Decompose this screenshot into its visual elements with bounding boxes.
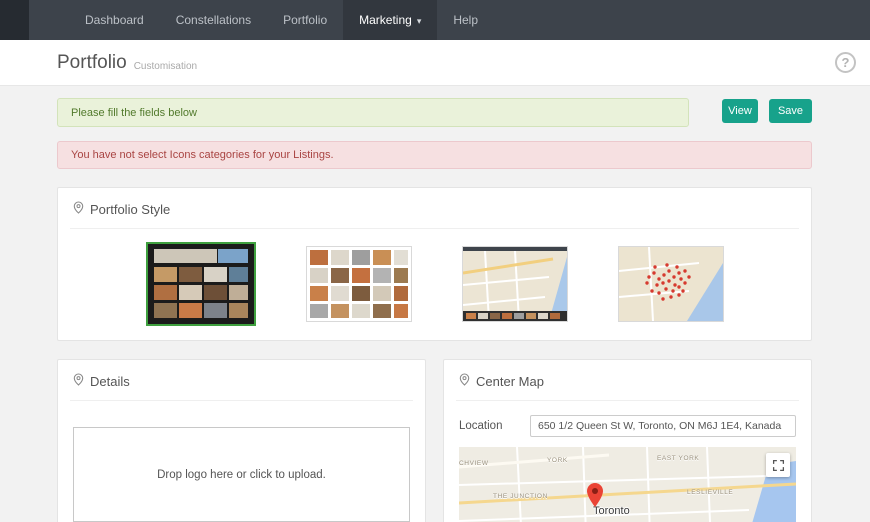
fullscreen-icon[interactable]	[766, 453, 790, 477]
app-logo[interactable]	[0, 0, 29, 40]
top-navbar: Dashboard Constellations Portfolio Marke…	[0, 0, 870, 40]
details-card-title: Details	[73, 373, 410, 389]
nav-item-constellations[interactable]: Constellations	[160, 0, 267, 40]
nav-list: Dashboard Constellations Portfolio Marke…	[69, 0, 494, 40]
map-marker-icon[interactable]	[587, 483, 603, 507]
location-input[interactable]	[530, 415, 796, 437]
chevron-down-icon: ▾	[416, 16, 422, 26]
logo-dropzone-text: Drop logo here or click to upload.	[157, 468, 326, 481]
nav-item-help[interactable]: Help	[437, 0, 494, 40]
portfolio-style-card-title: Portfolio Style	[73, 201, 796, 217]
save-button[interactable]: Save	[769, 99, 812, 123]
map-label-east-york: EAST YORK	[657, 455, 700, 462]
page-header: Portfolio Customisation ?	[0, 40, 870, 86]
map-label-york: YORK	[547, 457, 568, 464]
page-subtitle: Customisation	[133, 60, 198, 72]
nav-item-dashboard[interactable]: Dashboard	[69, 0, 160, 40]
style-thumbnail-map-markers[interactable]	[617, 246, 724, 322]
details-card: Details Drop logo here or click to uploa…	[57, 359, 426, 522]
divider	[456, 400, 799, 401]
style-thumbnail-map-markers-preview	[618, 246, 723, 322]
location-row: Location	[459, 415, 796, 437]
style-thumbnail-photo-grid-preview	[306, 247, 411, 321]
logo-dropzone[interactable]: Drop logo here or click to upload.	[73, 427, 410, 522]
success-alert: Please fill the fields below	[57, 98, 689, 127]
center-map-card: Center Map Location CHVIEW YORK	[443, 359, 812, 522]
map-label-the-junction: THE JUNCTION	[493, 493, 548, 500]
style-thumbnail-map-list-preview	[462, 247, 567, 322]
portfolio-style-title-text: Portfolio Style	[90, 201, 171, 217]
center-map-title-text: Center Map	[476, 373, 544, 389]
help-icon[interactable]: ?	[835, 52, 856, 73]
style-thumbnail-dark-grid-preview	[147, 244, 254, 324]
divider	[70, 400, 413, 401]
portfolio-style-card: Portfolio Style	[57, 187, 812, 341]
style-thumbnail-photo-grid[interactable]	[305, 246, 412, 322]
mini-map[interactable]: CHVIEW YORK EAST YORK THE JUNCTION LESLI…	[459, 447, 796, 522]
center-map-card-title: Center Map	[459, 373, 796, 389]
map-label-leslieville: LESLIEVILLE	[687, 489, 734, 496]
style-thumbnail-map-list[interactable]	[461, 246, 568, 322]
nav-item-marketing[interactable]: Marketing ▾	[343, 0, 438, 40]
nav-item-marketing-label: Marketing	[359, 13, 412, 27]
style-thumbnails-row	[73, 242, 796, 326]
style-thumbnail-dark-grid[interactable]	[145, 242, 256, 326]
divider	[70, 228, 799, 229]
map-label-chview: CHVIEW	[459, 460, 489, 467]
details-title-text: Details	[90, 373, 130, 389]
pin-icon	[73, 201, 84, 217]
nav-item-portfolio[interactable]: Portfolio	[267, 0, 343, 40]
page-title: Portfolio	[57, 51, 127, 73]
location-label: Location	[459, 420, 503, 432]
pin-icon	[459, 373, 470, 389]
error-alert: You have not select Icons categories for…	[57, 141, 812, 169]
pin-icon	[73, 373, 84, 389]
view-button[interactable]: View	[722, 99, 758, 123]
app-screen: Dashboard Constellations Portfolio Marke…	[0, 0, 870, 522]
